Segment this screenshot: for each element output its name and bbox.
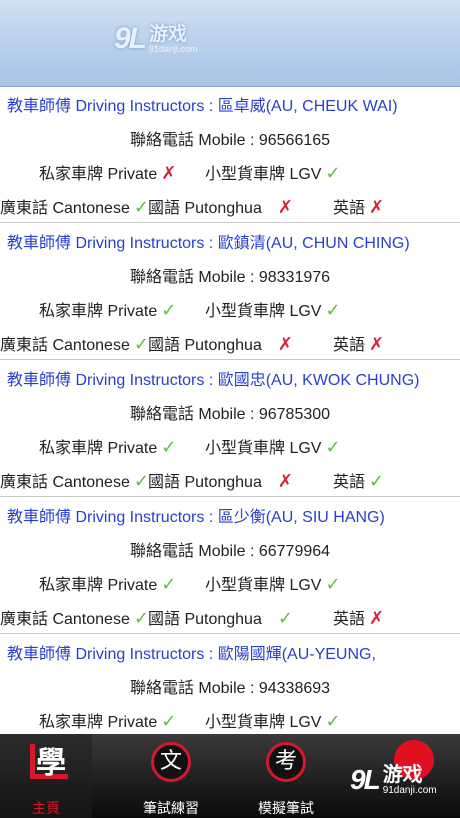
- watermark-name: 游戏: [382, 762, 423, 786]
- instructor-mobile[interactable]: 聯絡電話 Mobile : 98331976: [0, 263, 460, 287]
- english-status-icon: ✗: [369, 608, 385, 628]
- instructor-mobile[interactable]: 聯絡電話 Mobile : 96785300: [0, 400, 460, 424]
- cantonese-language: 廣東話 Cantonese ✓: [0, 334, 149, 354]
- instructor-title: 教車師傅 Driving Instructors : 區卓威(AU, CHEUK…: [7, 98, 398, 115]
- instructor-title: 教車師傅 Driving Instructors : 區少衡(AU, SIU H…: [7, 509, 385, 526]
- instructor-title: 教車師傅 Driving Instructors : 歐國忠(AU, KWOK …: [7, 372, 420, 389]
- private-license: 私家車牌 Private ✓: [39, 574, 177, 594]
- instructor-card[interactable]: 教車師傅 Driving Instructors : 歐國忠(AU, KWOK …: [0, 360, 460, 497]
- lgv-status-icon: ✓: [325, 437, 341, 457]
- english-status-icon: ✗: [369, 334, 385, 354]
- putonghua-language: 國語 Putonghua ✗: [148, 334, 293, 354]
- watermark: 9L 游戏 91danji.com: [350, 762, 437, 797]
- instructor-card[interactable]: 教車師傅 Driving Instructors : 區少衡(AU, SIU H…: [0, 497, 460, 634]
- lgv-status-icon: ✓: [325, 711, 341, 731]
- putonghua-language: 國語 Putonghua ✗: [148, 197, 293, 217]
- putonghua-status-icon: ✗: [277, 471, 293, 491]
- written-icon: 文: [151, 742, 191, 782]
- watermark-number: 9L: [350, 764, 381, 795]
- app-header: 9L 游戏 91danji.com: [0, 0, 460, 87]
- tab-mock-exam[interactable]: 考 模擬筆試: [240, 734, 332, 818]
- site-logo: 9L 游戏 91danji.com: [114, 22, 198, 56]
- english-status-icon: ✗: [369, 197, 385, 217]
- lgv-license: 小型貨車牌 LGV ✓: [205, 163, 341, 183]
- instructor-title: 教車師傅 Driving Instructors : 歐鎮清(AU, CHUN …: [7, 235, 410, 252]
- instructor-mobile[interactable]: 聯絡電話 Mobile : 94338693: [0, 674, 460, 698]
- logo-site: 91danji.com: [149, 44, 198, 54]
- tab-written-practice[interactable]: 文 筆試練習: [125, 734, 217, 818]
- cantonese-language: 廣東話 Cantonese ✓: [0, 471, 149, 491]
- private-license: 私家車牌 Private ✓: [39, 300, 177, 320]
- instructor-list[interactable]: 教車師傅 Driving Instructors : 區卓威(AU, CHEUK…: [0, 86, 460, 734]
- instructor-card[interactable]: 教車師傅 Driving Instructors : 歐鎮清(AU, CHUN …: [0, 223, 460, 360]
- english-language: 英語 ✓: [333, 471, 385, 491]
- english-language: 英語 ✗: [333, 197, 385, 217]
- instructor-title: 教車師傅 Driving Instructors : 歐陽國輝(AU-YEUNG…: [7, 646, 376, 663]
- instructor-mobile[interactable]: 聯絡電話 Mobile : 96566165: [0, 126, 460, 150]
- lgv-license: 小型貨車牌 LGV ✓: [205, 300, 341, 320]
- instructor-card[interactable]: 教車師傅 Driving Instructors : 區卓威(AU, CHEUK…: [0, 86, 460, 223]
- putonghua-status-icon: ✗: [277, 197, 293, 217]
- lgv-status-icon: ✓: [325, 300, 341, 320]
- tab-mock-exam-label: 模擬筆試: [258, 800, 314, 816]
- private-status-icon: ✓: [161, 437, 177, 457]
- private-status-icon: ✓: [161, 574, 177, 594]
- cantonese-language: 廣東話 Cantonese ✓: [0, 197, 149, 217]
- lgv-license: 小型貨車牌 LGV ✓: [205, 574, 341, 594]
- private-license: 私家車牌 Private ✗: [39, 163, 177, 183]
- private-license: 私家車牌 Private ✓: [39, 437, 177, 457]
- private-license: 私家車牌 Private ✓: [39, 711, 177, 731]
- cantonese-status-icon: ✓: [133, 608, 149, 628]
- instructor-card[interactable]: 教車師傅 Driving Instructors : 歐陽國輝(AU-YEUNG…: [0, 634, 460, 734]
- lgv-status-icon: ✓: [325, 574, 341, 594]
- lgv-license: 小型貨車牌 LGV ✓: [205, 711, 341, 731]
- cantonese-status-icon: ✓: [133, 471, 149, 491]
- tab-home[interactable]: 學 主頁: [0, 734, 92, 818]
- logo-name: 游戏: [149, 23, 188, 45]
- tab-written-practice-label: 筆試練習: [143, 800, 199, 816]
- english-language: 英語 ✗: [333, 334, 385, 354]
- private-status-icon: ✓: [161, 711, 177, 731]
- tab-home-label: 主頁: [32, 800, 60, 816]
- cantonese-status-icon: ✓: [133, 334, 149, 354]
- putonghua-language: 國語 Putonghua ✓: [148, 608, 293, 628]
- lgv-status-icon: ✓: [325, 163, 341, 183]
- lgv-license: 小型貨車牌 LGV ✓: [205, 437, 341, 457]
- study-icon: 學: [30, 740, 78, 784]
- logo-number: 9L: [114, 22, 147, 55]
- cantonese-status-icon: ✓: [133, 197, 149, 217]
- private-status-icon: ✗: [161, 163, 177, 183]
- english-status-icon: ✓: [369, 471, 385, 491]
- exam-icon: 考: [266, 742, 306, 782]
- private-status-icon: ✓: [161, 300, 177, 320]
- putonghua-status-icon: ✓: [277, 608, 293, 628]
- putonghua-status-icon: ✗: [277, 334, 293, 354]
- english-language: 英語 ✗: [333, 608, 385, 628]
- watermark-site: 91danji.com: [382, 785, 437, 796]
- instructor-mobile[interactable]: 聯絡電話 Mobile : 66779964: [0, 537, 460, 561]
- cantonese-language: 廣東話 Cantonese ✓: [0, 608, 149, 628]
- putonghua-language: 國語 Putonghua ✗: [148, 471, 293, 491]
